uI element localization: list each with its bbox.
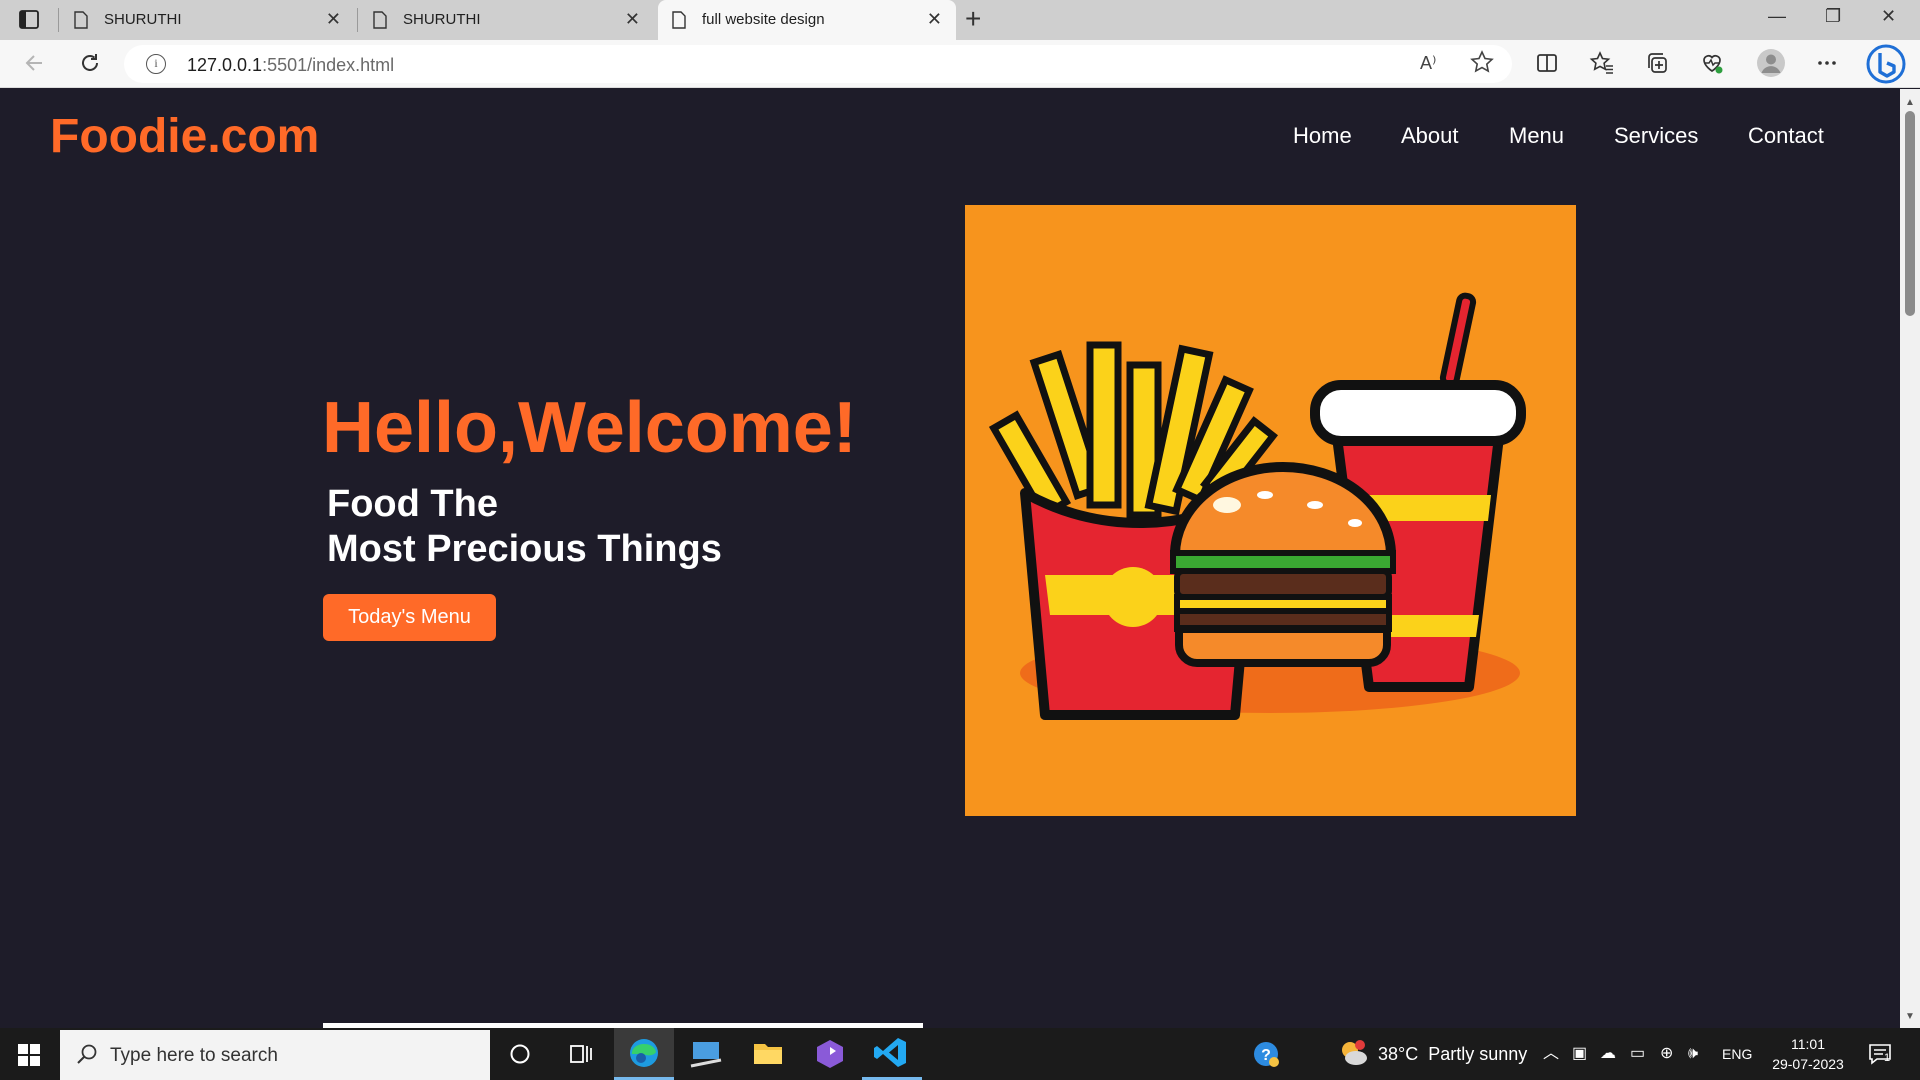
refresh-icon[interactable]	[77, 50, 103, 76]
notification-count: 1	[1884, 1052, 1891, 1064]
app-icon[interactable]	[800, 1028, 860, 1080]
vscode-icon[interactable]	[862, 1028, 922, 1080]
tab-title: full website design	[702, 11, 825, 28]
search-placeholder: Type here to search	[110, 1045, 278, 1066]
page-scrollbar[interactable]: ▲ ▼	[1900, 89, 1920, 1028]
weather-icon[interactable]	[1338, 1028, 1370, 1080]
scrollbar-thumb[interactable]	[1905, 111, 1915, 316]
read-aloud-icon[interactable]: A⁾	[1420, 53, 1436, 74]
tab-title: SHURUTHI	[104, 11, 182, 28]
clock-date: 29-07-2023	[1772, 1056, 1844, 1072]
favorites-icon[interactable]	[1589, 50, 1615, 76]
scroll-down-icon[interactable]: ▼	[1905, 1011, 1915, 1022]
hero-title: Hello,Welcome!	[322, 388, 857, 468]
clock-time: 11:01	[1791, 1036, 1825, 1052]
close-tab-icon[interactable]: ✕	[927, 9, 942, 30]
copilot-icon[interactable]	[1866, 44, 1906, 84]
nav-contact[interactable]: Contact	[1748, 123, 1824, 149]
meet-icon[interactable]: ▣	[1572, 1028, 1587, 1080]
fast-food-illustration	[988, 292, 1526, 720]
hero-food-image	[965, 205, 1576, 816]
page-icon	[74, 11, 88, 29]
restore-button[interactable]: ❐	[1825, 6, 1841, 27]
close-tab-icon[interactable]: ✕	[625, 9, 640, 30]
close-window-button[interactable]: ✕	[1881, 6, 1896, 27]
tab-actions-icon[interactable]	[16, 8, 44, 32]
windows-taskbar: Type here to search ? 38°C Partly sunny …	[0, 1028, 1920, 1080]
nav-services[interactable]: Services	[1614, 123, 1698, 149]
tab-2[interactable]: SHURUTHI ✕	[359, 0, 654, 40]
nav-about[interactable]: About	[1401, 123, 1459, 149]
profile-icon[interactable]	[1756, 48, 1786, 78]
edge-icon[interactable]	[614, 1028, 674, 1080]
nav-home[interactable]: Home	[1293, 123, 1352, 149]
volume-icon[interactable]: 🕪	[1688, 1028, 1698, 1080]
help-icon[interactable]: ?	[1252, 1028, 1282, 1080]
search-icon	[77, 1044, 97, 1064]
display-icon[interactable]: ▭	[1630, 1028, 1645, 1080]
network-icon[interactable]: ⊕	[1660, 1028, 1673, 1080]
file-explorer-icon[interactable]	[738, 1028, 798, 1080]
nav-menu[interactable]: Menu	[1509, 123, 1564, 149]
info-icon[interactable]: i	[146, 54, 166, 74]
remote-desktop-icon[interactable]	[676, 1028, 736, 1080]
page-icon	[672, 11, 686, 29]
address-bar[interactable]: i 127.0.0.1:5501/index.html A⁾	[124, 45, 1512, 83]
weather-text[interactable]: 38°C Partly sunny	[1378, 1028, 1527, 1080]
tray-overflow-icon[interactable]: ︿	[1543, 1028, 1559, 1080]
minimize-button[interactable]: —	[1768, 6, 1786, 27]
collections-icon[interactable]	[1644, 50, 1670, 76]
browser-toolbar: i 127.0.0.1:5501/index.html A⁾	[0, 40, 1920, 88]
split-screen-icon[interactable]	[1534, 50, 1560, 76]
more-icon[interactable]	[1814, 50, 1840, 76]
taskbar-clock[interactable]: 11:01 29-07-2023	[1768, 1034, 1848, 1074]
taskbar-search-box[interactable]: Type here to search	[60, 1030, 490, 1080]
site-logo[interactable]: Foodie.com	[50, 109, 319, 164]
close-tab-icon[interactable]: ✕	[326, 9, 341, 30]
tab-strip: SHURUTHI ✕ SHURUTHI ✕ full website desig…	[0, 0, 1920, 40]
url-text[interactable]: 127.0.0.1:5501/index.html	[187, 55, 394, 76]
tab-separator	[357, 8, 358, 32]
favorite-star-icon[interactable]	[1470, 50, 1494, 74]
tab-3-active[interactable]: full website design ✕	[658, 0, 956, 40]
tab-separator	[58, 8, 59, 32]
scroll-up-icon[interactable]: ▲	[1905, 97, 1915, 108]
onedrive-icon[interactable]: ☁	[1600, 1028, 1616, 1080]
cortana-icon[interactable]	[490, 1028, 550, 1080]
language-indicator[interactable]: ENG	[1722, 1028, 1752, 1080]
tab-1[interactable]: SHURUTHI ✕	[60, 0, 355, 40]
windows-start-icon[interactable]	[18, 1044, 40, 1066]
hero-subtitle-line2: Most Precious Things	[327, 528, 722, 570]
task-view-icon[interactable]	[550, 1028, 610, 1080]
new-tab-button[interactable]: +	[965, 3, 981, 35]
back-icon[interactable]	[22, 50, 48, 76]
performance-icon[interactable]	[1699, 50, 1725, 76]
notification-icon[interactable]: 1	[1868, 1042, 1894, 1066]
page-icon	[373, 11, 387, 29]
tab-title: SHURUTHI	[403, 11, 481, 28]
webpage: Foodie.com Home About Menu Services Cont…	[0, 89, 1900, 1028]
todays-menu-button[interactable]: Today's Menu	[323, 594, 496, 641]
hero-subtitle-line1: Food The	[327, 483, 498, 525]
